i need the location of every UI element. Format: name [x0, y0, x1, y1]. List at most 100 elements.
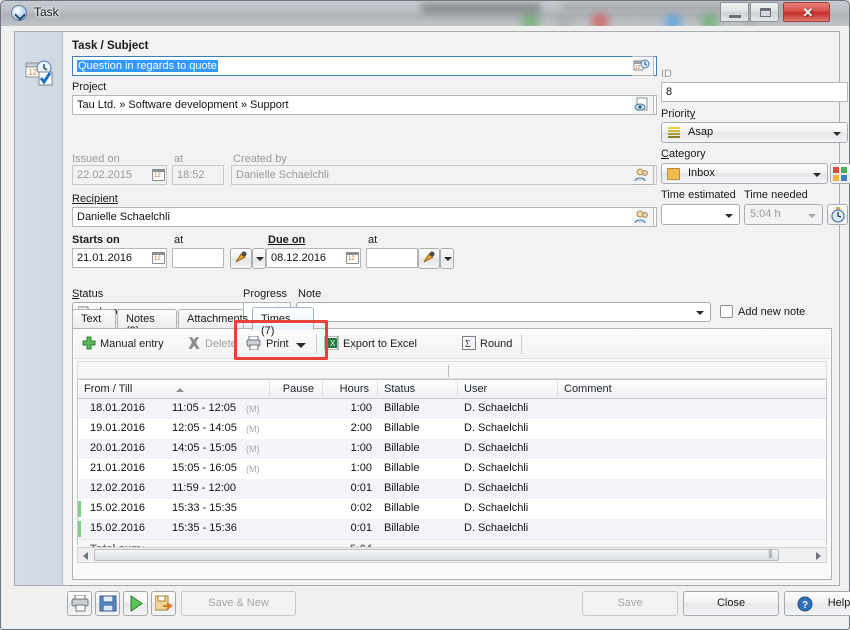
cell-status: Billable — [378, 479, 458, 499]
scrollbar-thumb[interactable] — [94, 549, 779, 561]
cell-comment — [558, 479, 826, 499]
recipient-lookup-icon[interactable] — [632, 207, 654, 227]
due-quickpick-dropdown[interactable] — [440, 248, 454, 269]
starts-at-input[interactable] — [172, 248, 224, 268]
cell-pause — [270, 439, 323, 459]
group-by-panel[interactable] — [77, 361, 827, 379]
tab-attachments[interactable]: Attachments — [178, 309, 244, 329]
col-comment[interactable]: Comment — [558, 380, 828, 399]
window-title: Task — [34, 5, 59, 19]
created-by-lookup-icon[interactable] — [632, 165, 654, 185]
starts-at-label: at — [174, 234, 183, 246]
col-hours[interactable]: Hours — [323, 380, 378, 399]
time-estimated-combo[interactable] — [661, 204, 740, 225]
cell-hours: 2:00 — [323, 419, 378, 439]
calendar-icon[interactable] — [346, 252, 359, 264]
recipient-value: Danielle Schaelchli — [77, 211, 170, 223]
close-button[interactable]: ✕ — [783, 2, 830, 22]
cell-manual-flag: (M) — [240, 399, 270, 419]
calendar-icon[interactable] — [152, 252, 165, 264]
table-row[interactable]: 18.01.2016 11:05 - 12:05 (M) 1:00 Billab… — [78, 399, 826, 419]
due-quickpick-button[interactable] — [418, 248, 440, 269]
times-grid: From / Till Pause Hours Status — [77, 379, 827, 545]
scroll-left-button[interactable] — [78, 548, 93, 562]
glass-blur-blob — [665, 14, 681, 26]
table-row[interactable]: 20.01.2016 14:05 - 15:05 (M) 1:00 Billab… — [78, 439, 826, 459]
grid-horizontal-scrollbar[interactable] — [77, 547, 827, 563]
stopwatch-icon — [830, 207, 846, 223]
created-by-label: Created by — [233, 153, 287, 165]
maximize-button[interactable] — [750, 2, 779, 22]
subject-input[interactable]: Question in regards to quote — [72, 56, 657, 76]
scroll-right-button[interactable] — [811, 548, 826, 562]
due-on-value: 08.12.2016 — [271, 252, 326, 264]
starts-on-label: Starts on — [72, 234, 120, 246]
tab-text[interactable]: Text — [72, 309, 116, 329]
table-row[interactable]: 21.01.2016 15:05 - 16:05 (M) 1:00 Billab… — [78, 459, 826, 479]
minimize-button[interactable] — [720, 2, 749, 22]
table-row[interactable]: 15.02.2016 15:33 - 15:35 0:02 Billable D… — [78, 499, 826, 519]
round-button[interactable]: Σ Round — [462, 334, 512, 355]
button-label: Save & New — [208, 597, 269, 609]
save-button[interactable]: Save — [582, 591, 678, 616]
col-user[interactable]: User — [458, 380, 558, 399]
table-row[interactable]: 12.02.2016 11:59 - 12:00 0:01 Billable D… — [78, 479, 826, 499]
project-input[interactable]: Tau Ltd. » Software development » Suppor… — [72, 95, 657, 115]
col-pause[interactable]: Pause — [270, 380, 323, 399]
delete-button[interactable]: Delete — [187, 334, 237, 355]
recipient-input[interactable]: Danielle Schaelchli — [72, 207, 657, 227]
export-to-excel-button[interactable]: X Export to Excel — [324, 334, 417, 355]
table-row[interactable]: 15.02.2016 15:35 - 15:36 0:01 Billable D… — [78, 519, 826, 539]
cell-manual-flag: (M) — [240, 419, 270, 439]
cell-user: D. Schaelchli — [458, 399, 558, 419]
starts-quickpick-button[interactable] — [230, 248, 252, 269]
priority-bars-icon — [667, 126, 682, 140]
col-status[interactable]: Status — [378, 380, 458, 399]
time-tracker-button[interactable] — [827, 204, 848, 225]
recipient-label: Recipient — [72, 193, 118, 205]
help-button[interactable]: ? Help — [784, 591, 850, 616]
save-button-icon[interactable] — [95, 591, 120, 616]
cell-user: D. Schaelchli — [458, 419, 558, 439]
cell-status: Billable — [378, 399, 458, 419]
project-lookup-icon[interactable] — [632, 95, 654, 115]
cell-user: D. Schaelchli — [458, 499, 558, 519]
cell-date: 20.01.2016 — [84, 439, 164, 459]
cell-pause — [270, 419, 323, 439]
starts-quickpick-dropdown[interactable] — [252, 248, 266, 269]
manual-entry-button[interactable]: Manual entry — [82, 334, 164, 355]
subject-value: Question in regards to quote — [77, 60, 218, 72]
save-close-icon — [155, 595, 173, 612]
window-client-area: 12 Task / Subject Question in regards to… — [2, 26, 848, 628]
priority-combo[interactable]: Asap — [661, 122, 848, 143]
category-combo[interactable]: Inbox — [661, 163, 828, 184]
priority-label: Priority — [661, 108, 695, 120]
id-input[interactable]: 8 — [661, 82, 848, 102]
chevron-down-icon — [256, 257, 264, 261]
close-button-bottom[interactable]: Close — [683, 591, 779, 616]
start-timer-button[interactable] — [123, 591, 148, 616]
window-titlebar[interactable]: Task ✕ — [1, 1, 849, 26]
due-at-input[interactable] — [366, 248, 418, 268]
svg-text:Σ: Σ — [465, 339, 471, 350]
print-button[interactable]: Print — [246, 334, 289, 355]
cell-status: Billable — [378, 439, 458, 459]
created-by-value: Danielle Schaelchli — [236, 169, 329, 181]
save-and-close-button[interactable] — [151, 591, 176, 616]
tab-notes[interactable]: Notes (2) — [117, 309, 177, 329]
save-and-new-button[interactable]: Save & New — [181, 591, 296, 616]
chevron-down-icon — [725, 214, 733, 218]
print-task-button[interactable] — [67, 591, 92, 616]
svg-text:12: 12 — [28, 68, 37, 77]
time-estimated-label: Time estimated — [661, 189, 736, 201]
toolbar-separator — [316, 334, 317, 354]
start-play-icon — [127, 595, 145, 612]
issued-at-label: at — [174, 153, 183, 165]
print-dropdown-button[interactable] — [292, 334, 310, 355]
tab-times[interactable]: Times (7) — [252, 307, 314, 330]
chevron-down-icon — [444, 257, 452, 261]
subject-lookup-icon[interactable]: 12 — [632, 56, 654, 76]
table-row[interactable]: 19.01.2016 12:05 - 14:05 (M) 2:00 Billab… — [78, 419, 826, 439]
category-manage-button[interactable] — [830, 163, 850, 184]
col-from-till[interactable]: From / Till — [78, 380, 270, 399]
